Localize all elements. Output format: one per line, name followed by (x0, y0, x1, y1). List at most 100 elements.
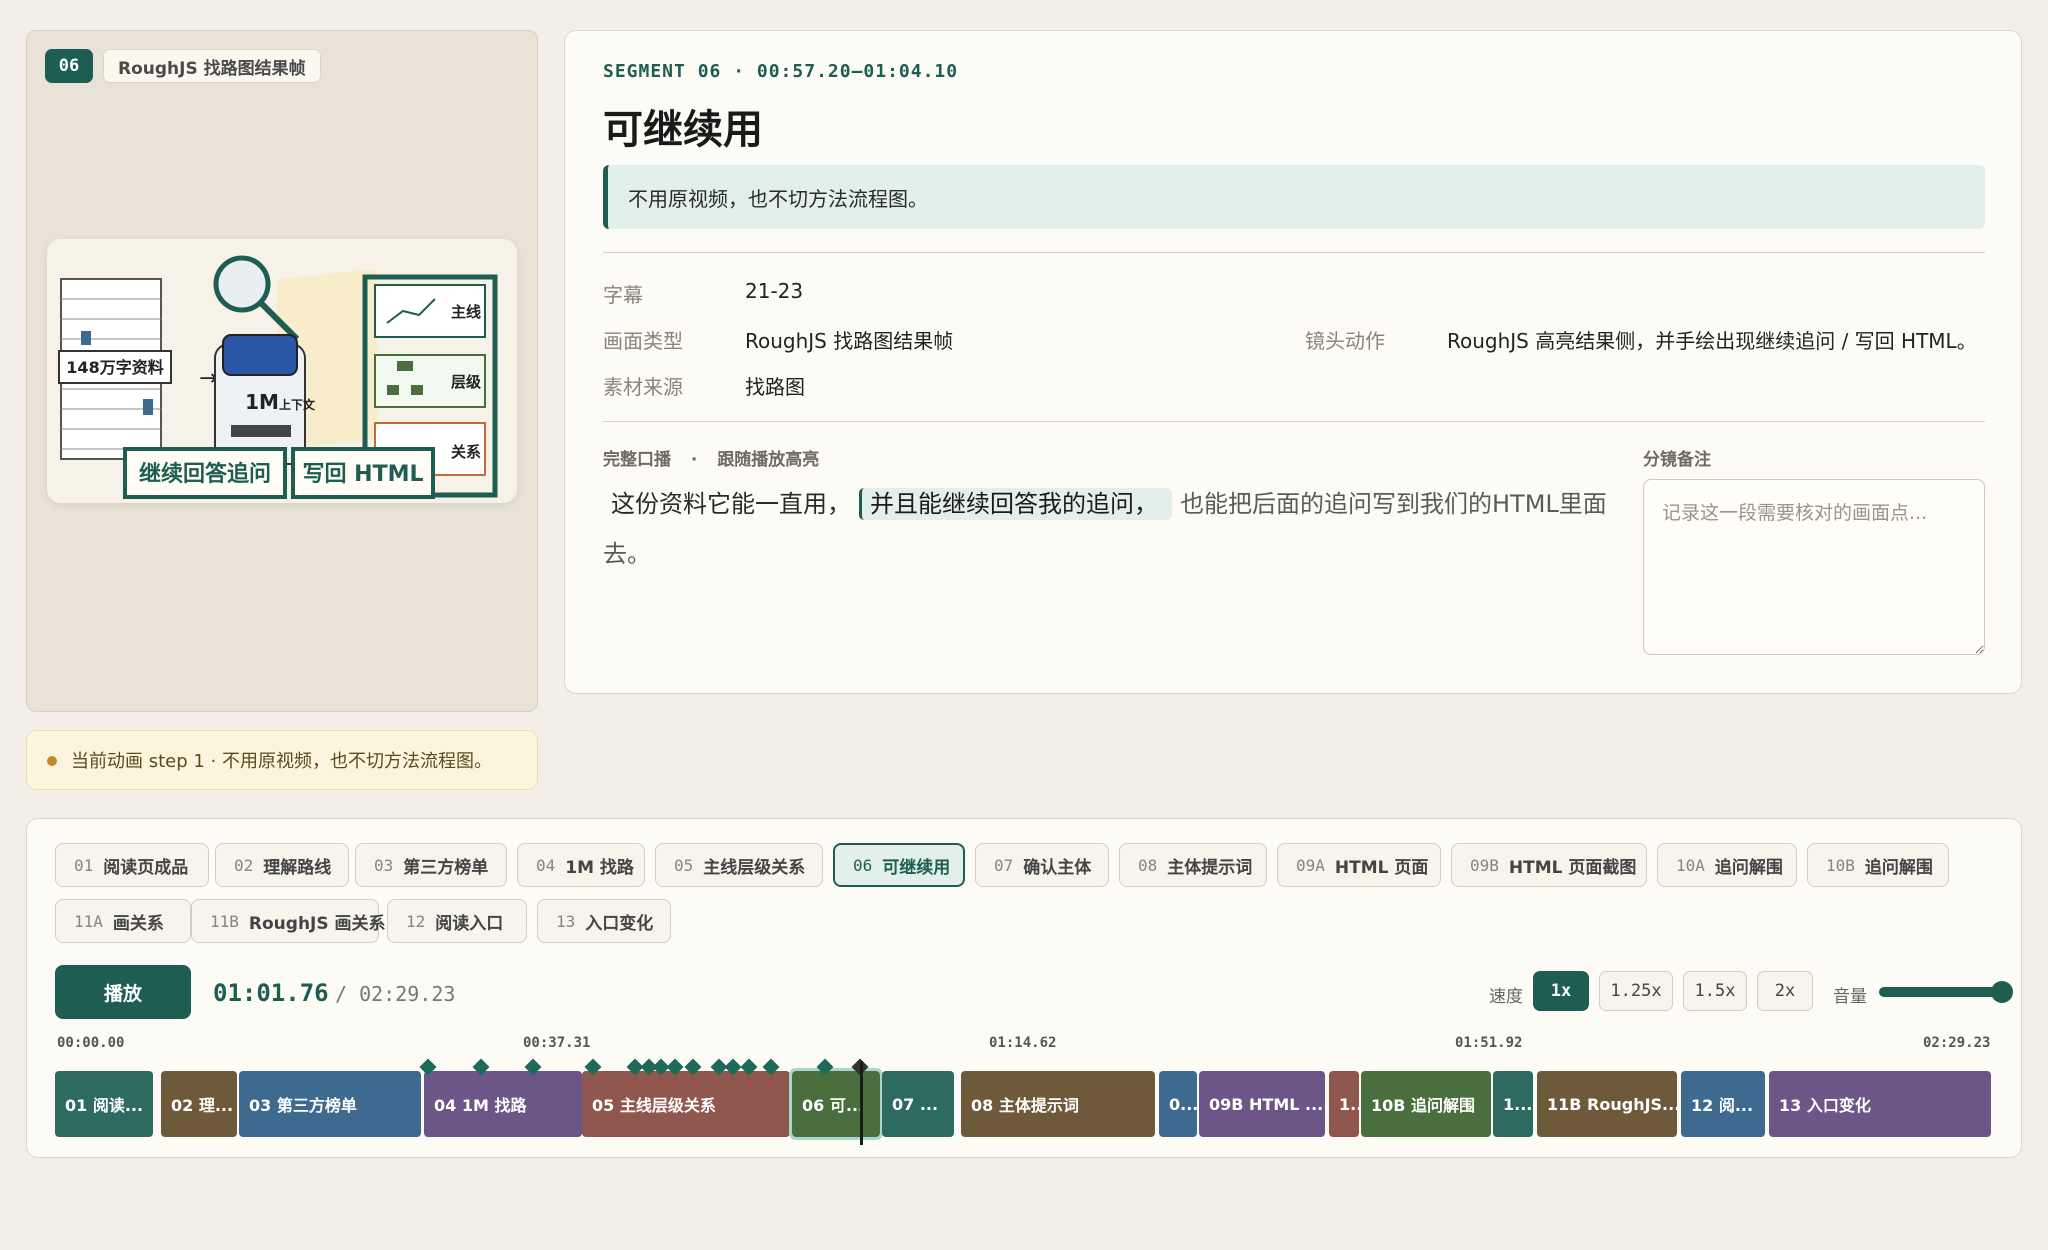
timeline-segment-block[interactable]: 02 理... (161, 1071, 237, 1137)
timeline-segment-block[interactable]: 05 主线层级关系 (582, 1071, 790, 1137)
chip-id: 09B (1470, 855, 1499, 875)
playhead[interactable] (859, 1061, 863, 1145)
segment-chip-09b[interactable]: 09B HTML 页面截图 (1451, 843, 1647, 887)
timeline-segment-block[interactable]: 03 第三方榜单 (239, 1071, 421, 1137)
timeline-segment-block[interactable]: 10B 追问解围 (1361, 1071, 1491, 1137)
timeline-segment-block[interactable]: 12 阅... (1681, 1071, 1765, 1137)
preview-panel: 06 RoughJS 找路图结果帧 148万字资料 → 1M 上下文 主线 层级… (26, 30, 538, 712)
chip-name: 阅读入口 (435, 913, 504, 934)
volume-slider-handle[interactable] (1991, 981, 2013, 1003)
timeline-segment-block[interactable]: 0... (1159, 1071, 1197, 1137)
chip-name: 追问解围 (1714, 857, 1783, 878)
chip-name: HTML 页面截图 (1508, 857, 1637, 878)
camera-action-label: 镜头动作 (1305, 329, 1385, 353)
chip-name: HTML 页面 (1334, 857, 1429, 878)
chip-name: 主线层级关系 (703, 857, 806, 878)
segment-number-badge: 06 (45, 49, 93, 83)
scene-type-tag: RoughJS 找路图结果帧 (103, 49, 321, 83)
subtitle-label: 字幕 (603, 283, 643, 307)
transcript-label: 完整口播 · 跟随播放高亮 (603, 450, 820, 470)
speed-1x-button[interactable]: 1x (1533, 971, 1589, 1011)
svg-text:1M: 1M (245, 390, 279, 414)
subtitle-value: 21-23 (745, 279, 804, 303)
divider (603, 421, 1985, 422)
chip-id: 03 (374, 855, 394, 875)
segment-detail-card: SEGMENT 06 · 00:57.20–01:04.10 可继续用 不用原视… (564, 30, 2022, 694)
svg-text:关系: 关系 (451, 443, 481, 461)
timeline-segment-block[interactable]: 04 1M 找路 (424, 1071, 582, 1137)
chip-id: 09A (1296, 855, 1325, 875)
segment-chip-05[interactable]: 05 主线层级关系 (655, 843, 823, 887)
chip-name: 理解路线 (263, 857, 332, 878)
timeline-segment-block[interactable]: 1... (1493, 1071, 1533, 1137)
segment-title: 可继续用 (603, 107, 763, 153)
chip-id: 11B (210, 911, 239, 931)
segment-chip-13[interactable]: 13 入口变化 (537, 899, 671, 943)
chip-name: 阅读页成品 (103, 857, 189, 878)
segment-chip-07[interactable]: 07 确认主体 (975, 843, 1109, 887)
svg-text:148万字资料: 148万字资料 (66, 358, 163, 377)
timeline-track[interactable]: 01 阅读... 02 理... 03 第三方榜单 04 1M 找路 05 主线层级关系… (55, 1058, 1991, 1145)
speed-2x-button[interactable]: 2x (1757, 971, 1813, 1011)
play-button[interactable]: 播放 (55, 965, 191, 1019)
timeline-segment-block[interactable]: 09B HTML ... (1199, 1071, 1325, 1137)
segment-chip-10a[interactable]: 10A 追问解围 (1657, 843, 1797, 887)
timeline-segment-block[interactable]: 01 阅读... (55, 1071, 153, 1137)
chip-name: 第三方榜单 (403, 857, 489, 878)
chip-name: RoughJS 画关系 (248, 913, 386, 934)
segment-chip-06[interactable]: 06 可继续用 (833, 843, 965, 887)
timeline-segment-block[interactable]: 08 主体提示词 (961, 1071, 1155, 1137)
chip-id: 10A (1676, 855, 1705, 875)
segment-chip-03[interactable]: 03 第三方榜单 (355, 843, 507, 887)
segment-chip-09a[interactable]: 09A HTML 页面 (1277, 843, 1441, 887)
speed-1.25x-button[interactable]: 1.25x (1599, 971, 1673, 1011)
chip-id: 01 (74, 855, 94, 875)
svg-text:上下文: 上下文 (279, 397, 316, 412)
paper-stack-illustration: 148万字资料 (58, 278, 172, 460)
chip-id: 10B (1826, 855, 1855, 875)
svg-text:写回 HTML: 写回 HTML (303, 462, 424, 487)
transcript-text: 这份资料它能一直用， 并且能继续回答我的追问， 也能把后面的追问写到我们的HTML里… (603, 479, 1633, 579)
chip-name: 可继续用 (882, 857, 951, 878)
segment-meta: SEGMENT 06 · 00:57.20–01:04.10 (603, 61, 959, 82)
chip-name: 追问解围 (1864, 857, 1933, 878)
segment-chip-02[interactable]: 02 理解路线 (215, 843, 349, 887)
segment-chip-11a[interactable]: 11A 画关系 (55, 899, 191, 943)
chip-id: 05 (674, 855, 694, 875)
frame-type-value: RoughJS 找路图结果帧 (745, 329, 954, 353)
total-time: / 02:29.23 (335, 982, 456, 1006)
timeline-segment-block[interactable]: 06 可... (789, 1068, 883, 1140)
segment-chip-04[interactable]: 04 1M 找路 (517, 843, 645, 887)
chip-name: 1M 找路 (565, 857, 634, 878)
speed-1.5x-button[interactable]: 1.5x (1683, 971, 1747, 1011)
timeline-tick: 01:14.62 (989, 1035, 1057, 1051)
timeline-tick: 01:51.92 (1455, 1035, 1523, 1051)
segment-chip-12[interactable]: 12 阅读入口 (387, 899, 527, 943)
timeline-segment-block[interactable]: 11B RoughJS... (1537, 1071, 1677, 1137)
chip-name: 主体提示词 (1167, 857, 1253, 878)
timeline-segment-block[interactable]: 13 入口变化 (1769, 1071, 1991, 1137)
svg-text:主线: 主线 (451, 303, 481, 321)
chip-id: 02 (234, 855, 254, 875)
animation-step-text: 当前动画 step 1 · 不用原视频，也不切方法流程图。 (71, 751, 492, 772)
chip-name: 入口变化 (585, 913, 654, 934)
storyboard-notes-input[interactable] (1643, 479, 1985, 655)
segment-chip-08[interactable]: 08 主体提示词 (1119, 843, 1267, 887)
volume-slider-track[interactable] (1879, 987, 2003, 997)
segment-callout: 不用原视频，也不切方法流程图。 (603, 165, 1985, 229)
segment-chip-11b[interactable]: 11B RoughJS 画关系 (191, 899, 386, 943)
timeline-tick: 00:00.00 (57, 1035, 125, 1051)
chip-id: 12 (406, 911, 426, 931)
timeline-segment-block[interactable]: 1... (1329, 1071, 1359, 1137)
timeline-segment-block[interactable]: 07 ... (882, 1071, 954, 1137)
notes-label: 分镜备注 (1643, 450, 1711, 470)
chip-id: 06 (853, 855, 873, 875)
chip-name: 确认主体 (1023, 857, 1092, 878)
volume-label: 音量 (1833, 987, 1867, 1007)
svg-text:继续回答追问: 继续回答追问 (139, 461, 271, 487)
svg-text:层级: 层级 (451, 373, 482, 391)
frame-preview[interactable]: 148万字资料 → 1M 上下文 主线 层级 关系 继续回答追问 写回 HTML (47, 239, 517, 503)
segment-chip-01[interactable]: 01 阅读页成品 (55, 843, 209, 887)
chip-id: 11A (74, 911, 103, 931)
segment-chip-10b[interactable]: 10B 追问解围 (1807, 843, 1949, 887)
